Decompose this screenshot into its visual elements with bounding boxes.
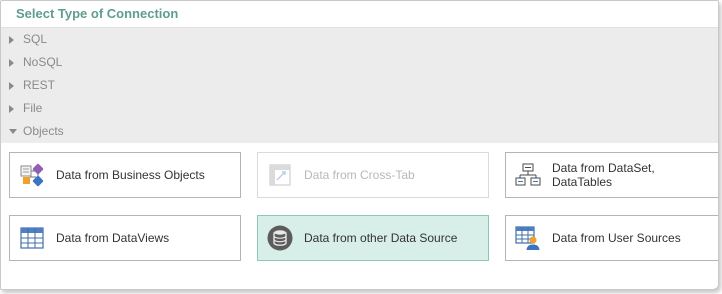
- item-label: Data from other Data Source: [304, 231, 458, 245]
- dataset-icon: [515, 163, 541, 186]
- expand-arrow-icon: [9, 35, 23, 44]
- category-label: SQL: [23, 32, 48, 46]
- user-sources-button[interactable]: Data from User Sources: [505, 215, 718, 261]
- category-label: NoSQL: [23, 55, 63, 69]
- category-file[interactable]: File: [1, 97, 718, 120]
- connection-type-panel: Select Type of Connection SQL NoSQL REST…: [0, 0, 719, 290]
- item-label: Data from Cross-Tab: [304, 168, 415, 182]
- dataviews-button[interactable]: Data from DataViews: [9, 215, 241, 261]
- category-list: SQL NoSQL REST File Objects: [1, 28, 718, 143]
- expand-arrow-icon: [9, 58, 23, 67]
- cross-tab-button: Data from Cross-Tab: [257, 152, 489, 198]
- user-source-icon: [515, 226, 540, 250]
- other-data-source-button[interactable]: Data from other Data Source: [257, 215, 489, 261]
- category-nosql[interactable]: NoSQL: [1, 51, 718, 74]
- expand-arrow-icon: [9, 104, 23, 113]
- expand-arrow-icon: [9, 81, 23, 90]
- business-objects-icon: [20, 163, 44, 187]
- item-label: Data from Business Objects: [56, 168, 205, 182]
- business-objects-button[interactable]: Data from Business Objects: [9, 152, 241, 198]
- category-sql[interactable]: SQL: [1, 28, 718, 51]
- category-objects[interactable]: Objects: [1, 120, 718, 143]
- dataset-datatables-button[interactable]: Data from DataSet, DataTables: [505, 152, 718, 198]
- item-label-line2: DataTables: [552, 175, 613, 189]
- category-rest[interactable]: REST: [1, 74, 718, 97]
- dataview-table-icon: [20, 227, 44, 249]
- item-label: Data from DataSet, DataTables: [552, 161, 655, 189]
- objects-source-grid: Data from Business Objects Data from Cro…: [1, 143, 718, 288]
- item-label-line1: Data from DataSet,: [552, 161, 655, 175]
- collapse-arrow-icon: [9, 129, 23, 134]
- cross-tab-icon: [269, 164, 291, 186]
- panel-title: Select Type of Connection: [1, 1, 718, 28]
- category-label: REST: [23, 78, 56, 92]
- item-label: Data from DataViews: [56, 231, 170, 245]
- item-label: Data from User Sources: [552, 231, 681, 245]
- category-label: Objects: [23, 124, 64, 138]
- category-label: File: [23, 101, 43, 115]
- database-icon: [267, 225, 293, 251]
